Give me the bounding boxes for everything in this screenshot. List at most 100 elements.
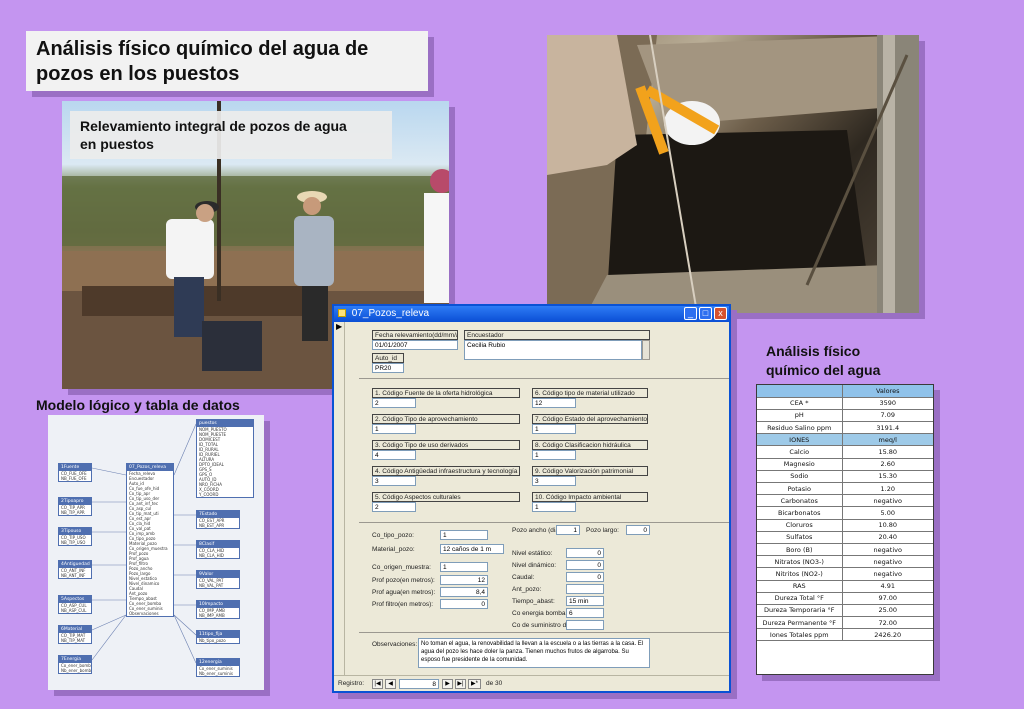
- left-field-label-2: Material_pozo:: [372, 546, 415, 553]
- left-field-2[interactable]: 12 caños de 1 m: [440, 544, 504, 554]
- code-label-2: 2. Código Tipo de aprovechamiento: [372, 414, 520, 424]
- diagram-table-name: 9Valor: [197, 571, 239, 578]
- new-record-button[interactable]: ▶*: [468, 679, 481, 689]
- diagram-table: 07_Pozos_releva Fecha_releva Encuestador Au…: [126, 463, 174, 617]
- code-field-9[interactable]: 3: [532, 476, 576, 486]
- fecha-label: Fecha relevamiento(dd/mm/aa): [372, 330, 458, 340]
- left-field-label-5: Prof agua(en metros):: [372, 589, 436, 596]
- encuestador-field[interactable]: Cecilia Rubio: [464, 340, 642, 360]
- left-field-label-3: Co_origen_muestra:: [372, 564, 431, 571]
- value-cell: 15.80: [842, 445, 933, 459]
- diagram-table: puestos NOM_PUESTO NOM_PUESTE DOMICEST ID_TO…: [196, 419, 254, 498]
- parameter-cell: Cloruros: [757, 519, 843, 532]
- code-label-7: 7. Código Estado del aprovechamiento: [532, 414, 648, 424]
- left-field-4[interactable]: 12: [440, 575, 488, 585]
- value-cell: negativo: [842, 555, 933, 569]
- access-form-window[interactable]: 07_Pozos_releva _ □ x ▶ Fecha relevamien…: [332, 304, 731, 693]
- code-field-8[interactable]: 1: [532, 450, 576, 460]
- diagram-table-field: NB_IMP_AMB: [199, 613, 225, 618]
- parameter-cell: Dureza Temporaria °F: [757, 604, 843, 618]
- header-empty-cell: [757, 385, 843, 398]
- right-field-3[interactable]: 0: [566, 572, 604, 582]
- close-button[interactable]: x: [714, 307, 727, 320]
- value-cell: 5.00: [842, 506, 933, 520]
- parameter-cell: Bicarbonatos: [757, 506, 843, 520]
- record-number-field[interactable]: 8: [399, 679, 439, 689]
- first-record-button[interactable]: |◀: [372, 679, 383, 689]
- maximize-button[interactable]: □: [699, 307, 712, 320]
- code-field-10[interactable]: 1: [532, 502, 576, 512]
- parameter-cell: Potasio: [757, 482, 843, 496]
- window-titlebar[interactable]: 07_Pozos_releva _ □ x: [334, 306, 729, 322]
- observaciones-field[interactable]: No toman el agua, la renovabilidad la ll…: [418, 638, 650, 668]
- code-label-8: 8. Código Clasificacion hidráulica: [532, 440, 648, 450]
- table-row: Calcio 15.80: [757, 445, 933, 459]
- diagram-table-field: Nb_tipo_pozo: [199, 638, 226, 643]
- parameter-cell: Magnesio: [757, 458, 843, 471]
- right-field-5[interactable]: 15 min: [566, 596, 604, 606]
- right-field-2[interactable]: 0: [566, 560, 604, 570]
- window-title: 07_Pozos_releva: [351, 308, 430, 319]
- code-field-7[interactable]: 1: [532, 424, 576, 434]
- code-field-2[interactable]: 1: [372, 424, 416, 434]
- diagram-table-field: Observaciones: [129, 611, 159, 616]
- left-field-label-6: Prof filtro(en metros):: [372, 601, 434, 608]
- minimize-button[interactable]: _: [684, 307, 697, 320]
- parameter-cell: pH: [757, 409, 843, 423]
- left-field-5[interactable]: 8,4: [440, 587, 488, 597]
- diagram-table-field: NB_ASP_CUL: [61, 608, 87, 613]
- code-field-1[interactable]: 2: [372, 398, 416, 408]
- diagram-table: 5Aspectos CO_ASP_CUL NB_ASP_CUL: [58, 595, 92, 614]
- value-cell: negativo: [842, 567, 933, 581]
- diagram-table-name: 07_Pozos_releva: [127, 464, 173, 471]
- relationship-line: [91, 614, 127, 661]
- last-record-button[interactable]: ▶|: [455, 679, 466, 689]
- relationship-line: [91, 614, 127, 631]
- value-cell: 2426.20: [842, 628, 933, 642]
- analysis-label-line-2: químico del agua: [766, 362, 881, 378]
- right-field-4[interactable]: [566, 584, 604, 594]
- form-body: Fecha relevamiento(dd/mm/aa) 01/01/2007 …: [346, 322, 729, 675]
- diagram-table-field: NB_CLA_HID: [199, 553, 224, 558]
- code-label-9: 9. Código Valorización patrimonial: [532, 466, 648, 476]
- auto-id-field[interactable]: PR20: [372, 363, 404, 373]
- right-field-1[interactable]: 0: [566, 548, 604, 558]
- diagram-table-field: Nb_ener_suminis: [199, 671, 233, 676]
- caption-line-2: en puestos: [80, 136, 154, 152]
- encuestador-scrollbar[interactable]: [642, 340, 650, 360]
- diagram-table-name: 6Material: [59, 626, 91, 633]
- largo-field[interactable]: 0: [626, 525, 650, 535]
- left-field-1[interactable]: 1: [440, 530, 488, 540]
- diagram-table-name: 5Aspectos: [59, 596, 91, 603]
- fecha-field[interactable]: 01/01/2007: [372, 340, 458, 350]
- value-cell: 1.20: [842, 482, 933, 496]
- record-selector[interactable]: ▶: [334, 322, 345, 675]
- right-field-label-5: Tiempo_abast:: [512, 598, 555, 605]
- value-cell: 10.80: [842, 519, 933, 532]
- prev-record-button[interactable]: ◀: [385, 679, 396, 689]
- diagram-table-name: 10Impacto: [197, 601, 239, 608]
- code-field-6[interactable]: 12: [532, 398, 576, 408]
- table-row: Cloruros 10.80: [757, 519, 933, 532]
- relationship-line: [173, 614, 197, 636]
- largo-label: Pozo largo:: [586, 527, 619, 534]
- value-cell: 97.00: [842, 592, 933, 605]
- parameter-cell: Dureza Total °F: [757, 592, 843, 605]
- well-photo: [547, 35, 919, 313]
- relationship-line: [91, 467, 127, 476]
- ancho-field[interactable]: 1: [556, 525, 580, 535]
- table-row: Dureza Total °F 97.00: [757, 592, 933, 605]
- next-record-button[interactable]: ▶: [442, 679, 453, 689]
- right-field-6[interactable]: 6: [566, 608, 604, 618]
- code-field-5[interactable]: 2: [372, 502, 416, 512]
- code-field-4[interactable]: 3: [372, 476, 416, 486]
- table-row: Sodio 15.30: [757, 470, 933, 484]
- table-row: pH 7.09: [757, 409, 933, 423]
- diagram-table-name: 8Clasif: [197, 541, 239, 548]
- right-field-7[interactable]: [566, 620, 604, 630]
- left-field-6[interactable]: 0: [440, 599, 488, 609]
- code-field-3[interactable]: 4: [372, 450, 416, 460]
- left-field-3[interactable]: 1: [440, 562, 488, 572]
- diagram-table: 3Tipouso CO_TIP_USO NB_TIP_USO: [58, 527, 92, 546]
- section-divider: [359, 522, 729, 523]
